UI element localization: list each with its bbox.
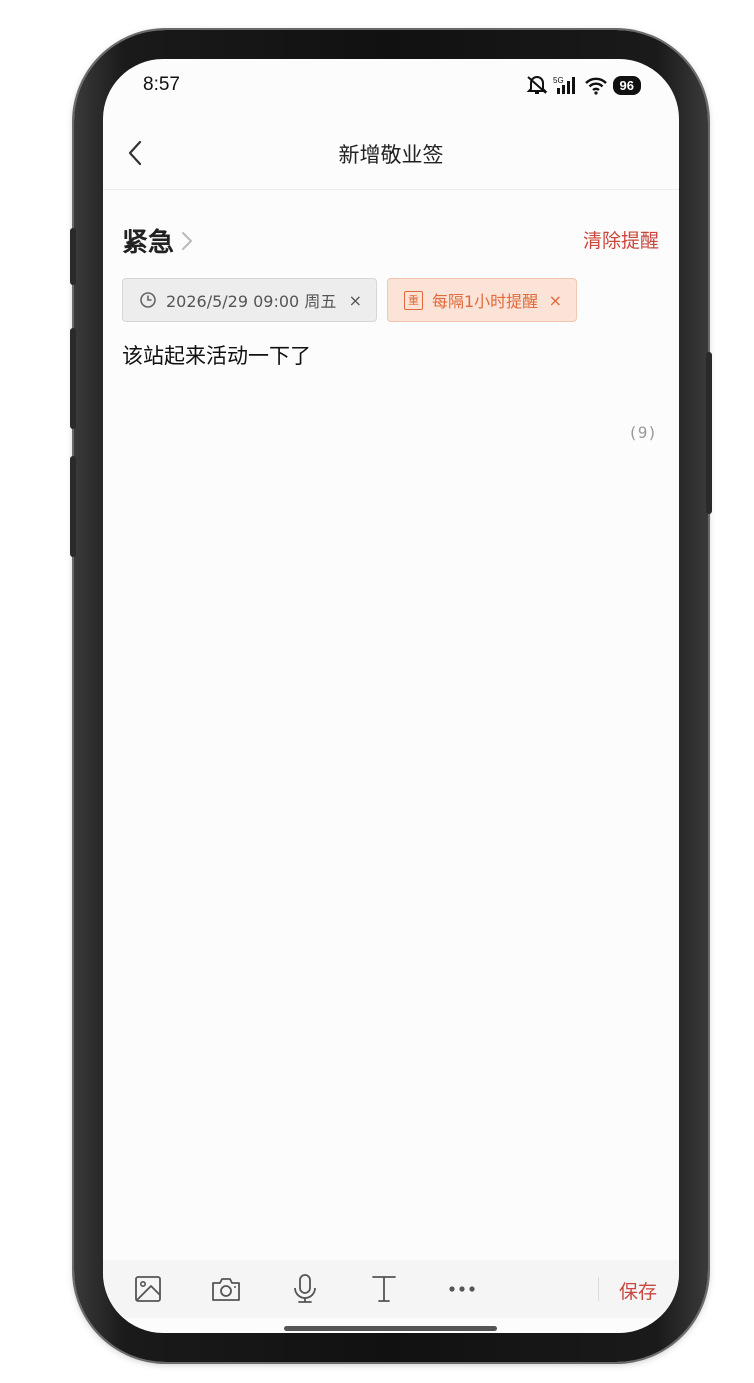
microphone-icon	[294, 1274, 316, 1303]
more-button[interactable]	[445, 1272, 479, 1306]
category-selector[interactable]: 紧急	[122, 222, 196, 259]
repeat-reminder-tag[interactable]: 重 每隔1小时提醒 ×	[387, 278, 577, 322]
power-button	[706, 352, 712, 514]
status-bar: 8:57 5G 96	[103, 59, 679, 119]
status-time: 8:57	[143, 74, 180, 95]
5g-signal-icon: 5G	[553, 76, 575, 94]
camera-icon	[212, 1278, 240, 1301]
voice-record-button[interactable]	[288, 1272, 322, 1306]
toolbar-divider	[598, 1277, 599, 1301]
page-title: 新增敬业签	[338, 143, 444, 167]
bottom-toolbar: 保存	[103, 1260, 679, 1318]
note-content-input[interactable]: 该站起来活动一下了	[122, 340, 311, 370]
save-button[interactable]: 保存	[619, 1277, 657, 1304]
clock-icon	[139, 291, 157, 309]
category-label: 紧急	[122, 228, 175, 258]
battery-indicator: 96	[612, 75, 641, 95]
volume-down-button	[70, 456, 76, 557]
chevron-right-icon	[182, 231, 193, 250]
camera-button[interactable]	[209, 1272, 243, 1306]
wifi-icon	[584, 77, 607, 95]
svg-text:5G: 5G	[553, 76, 564, 85]
remove-date-button[interactable]: ×	[349, 291, 362, 310]
mute-icon	[526, 76, 547, 94]
volume-up-button	[70, 328, 76, 429]
reminder-date-text: 2026/5/29 09:00 周五	[166, 292, 337, 311]
status-icons: 5G 96	[526, 73, 641, 97]
repeat-reminder-text: 每隔1小时提醒	[432, 292, 539, 311]
char-count: (9)	[628, 423, 657, 442]
more-icon	[449, 1286, 475, 1292]
action-button	[70, 228, 76, 285]
nav-bar: 新增敬业签	[103, 119, 679, 190]
text-format-icon	[372, 1276, 396, 1302]
remove-repeat-button[interactable]: ×	[549, 291, 562, 310]
insert-image-button[interactable]	[131, 1272, 165, 1306]
repeat-badge-char: 重	[404, 290, 423, 310]
text-format-button[interactable]	[367, 1272, 401, 1306]
image-icon	[135, 1276, 161, 1302]
app-screen: 8:57 5G 96 新增敬业签 紧急 清除提醒 2026/5/29 09:00…	[103, 59, 679, 1333]
reminder-date-tag[interactable]: 2026/5/29 09:00 周五 ×	[122, 278, 377, 322]
clear-reminder-button[interactable]: 清除提醒	[583, 226, 659, 253]
repeat-badge-icon: 重	[404, 290, 423, 310]
home-indicator[interactable]	[284, 1326, 497, 1331]
